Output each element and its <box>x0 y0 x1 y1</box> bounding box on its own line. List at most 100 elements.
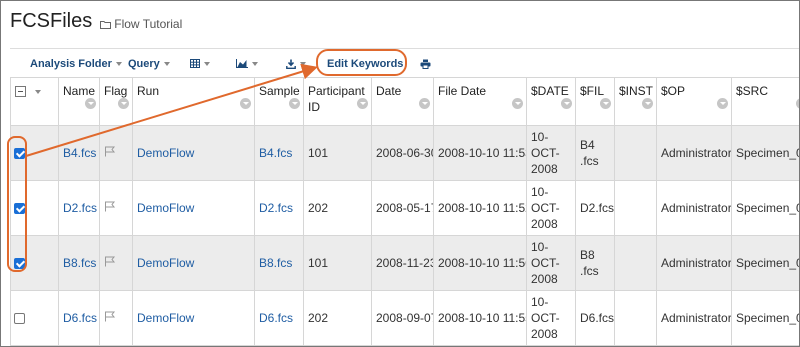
column-menu-icon[interactable] <box>512 98 523 109</box>
cell-text: 101 <box>308 146 329 160</box>
header-row: Name Flag Run Sample Participant ID Date… <box>10 77 799 126</box>
export-menu[interactable] <box>286 49 306 78</box>
column-menu-icon[interactable] <box>357 98 368 109</box>
fcsfiles-grid: Name Flag Run Sample Participant ID Date… <box>10 77 799 346</box>
row-select-cell[interactable] <box>10 180 59 236</box>
analysis-folder-menu[interactable]: Analysis Folder <box>30 49 122 78</box>
date-cell: 2008-06-30 <box>371 125 434 181</box>
flag-cell[interactable] <box>99 180 133 236</box>
cell-line: B4 <box>580 138 595 152</box>
row-select-cell[interactable] <box>10 235 59 291</box>
flag-icon[interactable] <box>104 146 116 157</box>
cell-text: Administrator <box>661 146 732 160</box>
column-menu-icon[interactable] <box>717 98 728 109</box>
cell-text: 202 <box>308 311 329 325</box>
column-header-src[interactable]: $SRC <box>731 77 799 126</box>
run-cell[interactable]: DemoFlow <box>132 125 255 181</box>
column-header-label: $FIL <box>580 84 605 98</box>
charts-menu[interactable] <box>236 49 258 78</box>
sample-cell[interactable]: D6.fcs <box>254 290 304 346</box>
column-header-sample[interactable]: Sample <box>254 77 304 126</box>
download-icon <box>286 59 296 69</box>
cell-text: 2008-09-07 <box>376 311 434 325</box>
flag-icon[interactable] <box>104 311 116 322</box>
row-checkbox[interactable] <box>14 203 25 215</box>
run-cell[interactable]: DemoFlow <box>132 290 255 346</box>
column-header-name[interactable]: Name <box>58 77 100 126</box>
column-menu-icon[interactable] <box>118 98 129 109</box>
column-header-inst[interactable]: $INST <box>614 77 657 126</box>
cell-line: 2008 <box>531 162 558 176</box>
row-checkbox[interactable] <box>14 148 25 160</box>
flag-cell[interactable] <box>99 125 133 181</box>
table-row: D2.fcs DemoFlow D2.fcs 202 2008-05-17 2008-10… <box>10 180 799 236</box>
row-checkbox[interactable] <box>14 258 25 270</box>
sample-cell[interactable]: B8.fcs <box>254 235 304 291</box>
dollar-date-cell: 10-OCT- 2008 <box>526 235 576 291</box>
select-all-header[interactable] <box>10 77 59 126</box>
table-row: B8.fcs DemoFlow B8.fcs 101 2008-11-23 2008-10… <box>10 235 799 291</box>
cell-text: D2.fcs <box>259 201 294 215</box>
column-header-run[interactable]: Run <box>132 77 255 126</box>
op-cell: Administrator <box>656 180 732 236</box>
print-button[interactable] <box>420 49 431 78</box>
name-cell[interactable]: B4.fcs <box>58 125 100 181</box>
column-menu-icon[interactable] <box>642 98 653 109</box>
cell-line: 2008 <box>531 327 558 341</box>
cell-text: 2008-10-10 11:52 <box>438 201 527 215</box>
column-header-participant-id[interactable]: Participant ID <box>303 77 372 126</box>
cell-text: Specimen_00 <box>736 146 799 160</box>
column-header-flag[interactable]: Flag <box>99 77 133 126</box>
file-date-cell: 2008-10-10 11:55 <box>433 290 527 346</box>
row-select-cell[interactable] <box>10 125 59 181</box>
chevron-down-icon[interactable] <box>35 89 42 94</box>
run-cell[interactable]: DemoFlow <box>132 180 255 236</box>
cell-line: 10-OCT- <box>531 240 560 270</box>
column-header-label: $OP <box>661 84 686 98</box>
select-all-checkbox[interactable] <box>15 86 26 98</box>
column-menu-icon[interactable] <box>419 98 430 109</box>
name-cell[interactable]: D6.fcs <box>58 290 100 346</box>
row-select-cell[interactable] <box>10 290 59 346</box>
date-cell: 2008-05-17 <box>371 180 434 236</box>
grid-views-menu[interactable] <box>190 49 210 78</box>
folder-breadcrumb[interactable]: Flow Tutorial <box>100 17 182 31</box>
cell-text: 101 <box>308 256 329 270</box>
inst-cell <box>614 125 657 181</box>
column-menu-icon[interactable] <box>289 98 300 109</box>
cell-line: .fcs <box>580 154 599 168</box>
cell-text: D6.fcs <box>63 311 98 325</box>
column-header-op[interactable]: $OP <box>656 77 732 126</box>
flag-cell[interactable] <box>99 235 133 291</box>
column-menu-icon[interactable] <box>796 98 799 109</box>
column-header-dollar-date[interactable]: $DATE <box>526 77 576 126</box>
column-header-date[interactable]: Date <box>371 77 434 126</box>
column-menu-icon[interactable] <box>600 98 611 109</box>
run-cell[interactable]: DemoFlow <box>132 235 255 291</box>
folder-icon <box>100 20 112 29</box>
column-header-file-date[interactable]: File Date <box>433 77 527 126</box>
query-menu[interactable]: Query <box>128 49 170 78</box>
participant-id-cell: 101 <box>303 125 372 181</box>
cell-text: B8.fcs <box>259 256 293 270</box>
cell-line: 10-OCT- <box>531 295 560 325</box>
column-header-fil[interactable]: $FIL <box>575 77 615 126</box>
column-menu-icon[interactable] <box>85 98 96 109</box>
name-cell[interactable]: B8.fcs <box>58 235 100 291</box>
flag-icon[interactable] <box>104 256 116 267</box>
folder-name[interactable]: Flow Tutorial <box>114 17 182 31</box>
cell-text: Administrator <box>661 256 732 270</box>
edit-keywords-button[interactable]: Edit Keywords <box>327 49 403 78</box>
grid-toolbar: Analysis Folder Query Edit Keywords <box>10 48 799 78</box>
column-header-label: $DATE <box>531 84 569 98</box>
column-menu-icon[interactable] <box>561 98 572 109</box>
sample-cell[interactable]: B4.fcs <box>254 125 304 181</box>
flag-icon[interactable] <box>104 201 116 212</box>
chevron-down-icon <box>252 61 258 66</box>
cell-text: 2008-10-10 11:56 <box>438 256 527 270</box>
name-cell[interactable]: D2.fcs <box>58 180 100 236</box>
flag-cell[interactable] <box>99 290 133 346</box>
column-menu-icon[interactable] <box>240 98 251 109</box>
sample-cell[interactable]: D2.fcs <box>254 180 304 236</box>
row-checkbox[interactable] <box>14 313 25 325</box>
